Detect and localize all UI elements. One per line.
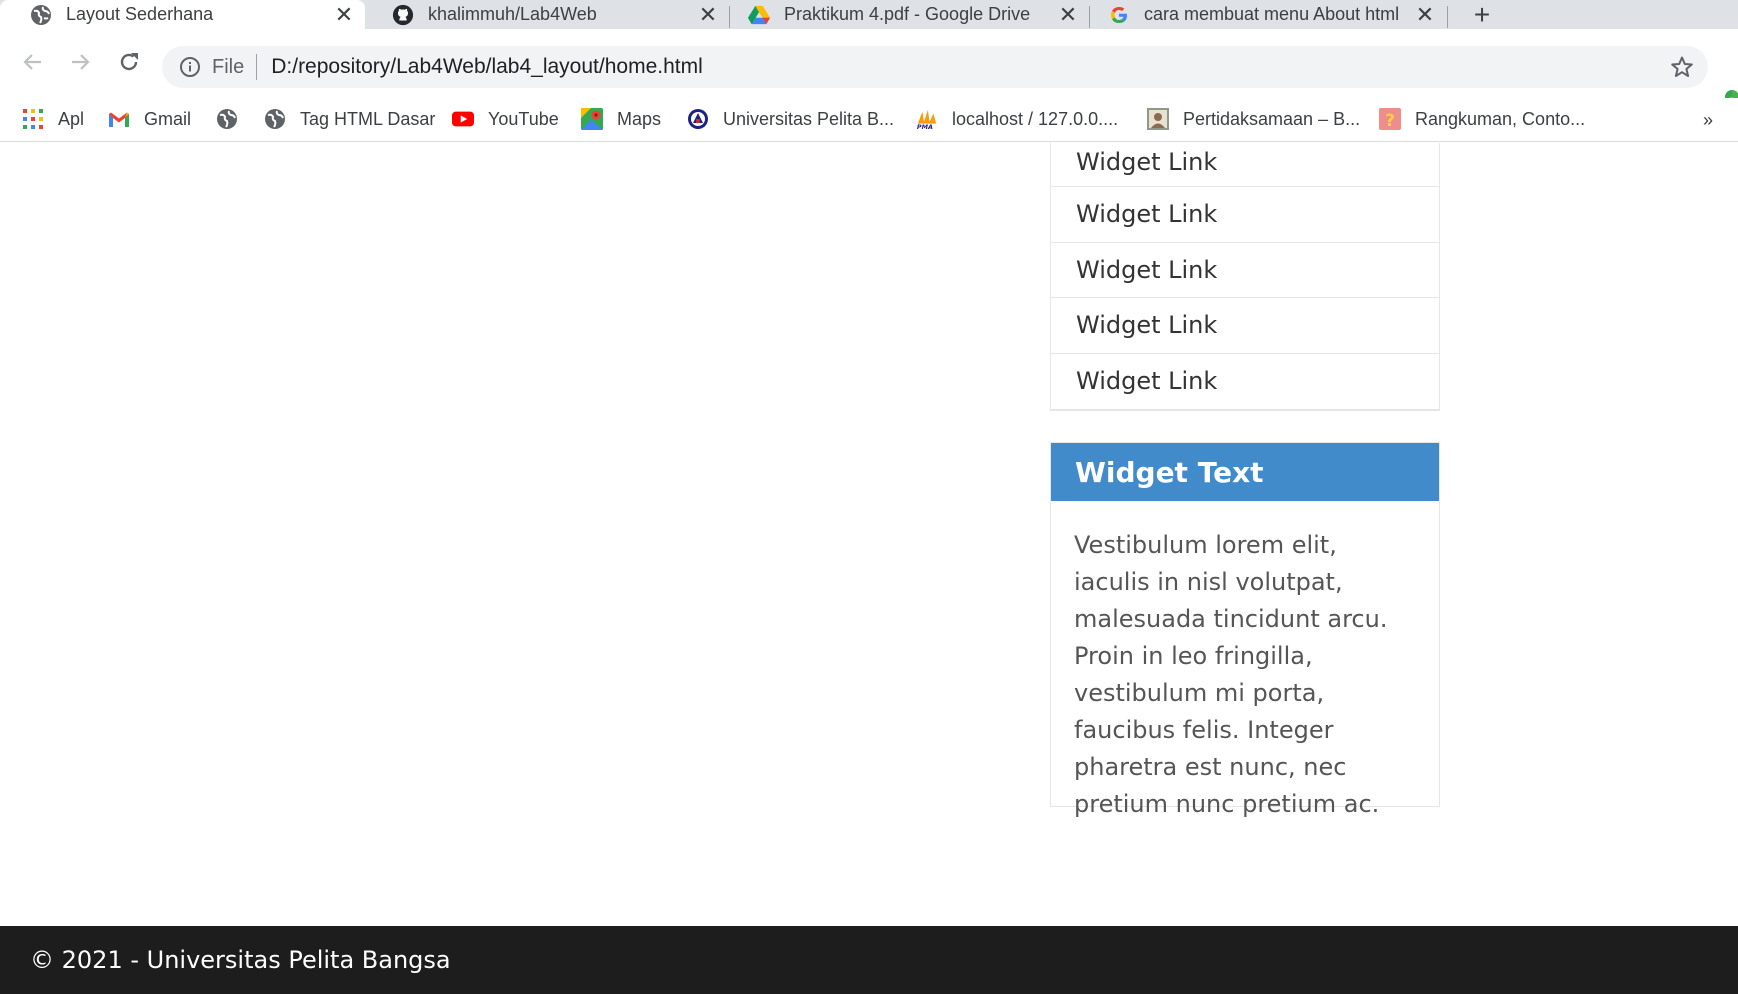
tab-title: khalimmuh/Lab4Web — [428, 4, 597, 24]
widget-text-title: Widget Text — [1051, 443, 1439, 501]
tab-strip: Layout Sederhana ✕ khalimmuh/Lab4Web ✕ P… — [0, 0, 1738, 30]
bookmark-label: Rangkuman, Conto... — [1415, 108, 1586, 129]
close-icon[interactable]: ✕ — [1057, 2, 1079, 27]
bookmark-tag-html-dasar[interactable]: Tag HTML Dasar — [264, 104, 435, 134]
portrait-icon — [1147, 108, 1169, 130]
url-text[interactable]: D:/repository/Lab4Web/lab4_layout/home.h… — [271, 55, 703, 79]
close-icon[interactable]: ✕ — [1414, 2, 1436, 27]
forward-button[interactable] — [65, 47, 95, 77]
tab-google-drive[interactable]: Praktikum 4.pdf - Google Drive ✕ — [730, 0, 1089, 29]
address-bar[interactable]: File D:/repository/Lab4Web/lab4_layout/h… — [162, 46, 1708, 88]
bookmark-maps[interactable]: Maps — [581, 104, 661, 134]
maps-icon — [581, 108, 603, 130]
bookmark-gmail[interactable]: Gmail — [108, 104, 191, 134]
back-button[interactable] — [18, 47, 48, 77]
tab-layout-sederhana[interactable]: Layout Sederhana ✕ — [0, 0, 365, 29]
google-drive-icon — [748, 4, 770, 26]
footer-copyright: © 2021 - Universitas Pelita Bangsa — [30, 946, 451, 974]
reload-icon — [120, 53, 138, 71]
tab-title: Layout Sederhana — [66, 4, 214, 24]
tab-title: Praktikum 4.pdf - Google Drive — [784, 4, 1031, 24]
globe-icon — [30, 4, 52, 26]
reload-button[interactable] — [114, 47, 144, 77]
bookmark-label: Pertidaksamaan – B... — [1183, 108, 1361, 129]
bookmark-label: Gmail — [144, 108, 192, 129]
close-icon[interactable]: ✕ — [333, 2, 355, 27]
widget-link[interactable]: Widget Link — [1051, 143, 1439, 187]
tab-title: cara membuat menu About html — [1144, 4, 1400, 24]
youtube-icon — [452, 108, 474, 130]
close-icon[interactable]: ✕ — [697, 2, 719, 27]
bookmark-label: Tag HTML Dasar — [300, 108, 436, 129]
globe-icon — [264, 108, 286, 130]
bookmarks-overflow-button[interactable]: » — [1703, 110, 1713, 131]
bookmark-universitas-pelita[interactable]: Universitas Pelita B... — [687, 104, 894, 134]
widget-link[interactable]: Widget Link — [1051, 187, 1439, 243]
bookmark-label: Universitas Pelita B... — [723, 108, 895, 129]
widget-link[interactable]: Widget Link — [1051, 354, 1439, 410]
bookmark-localhost[interactable]: PMA localhost / 127.0.0.... — [916, 104, 1118, 134]
bookmark-label: Apl — [58, 108, 85, 129]
tab-separator — [1447, 6, 1448, 28]
bookmarks-bar: Apl Gmail Tag HTML Dasar YouTube Maps Un… — [0, 98, 1738, 142]
info-icon[interactable] — [178, 55, 202, 79]
star-icon[interactable] — [1670, 55, 1694, 79]
page-footer: © 2021 - Universitas Pelita Bangsa — [0, 926, 1738, 994]
bookmark-rangkuman[interactable]: ? Rangkuman, Conto... — [1379, 104, 1585, 134]
widget-link-list: Widget Link Widget Link Widget Link Widg… — [1050, 143, 1440, 411]
arrow-right-icon — [72, 54, 90, 70]
widget-link[interactable]: Widget Link — [1051, 298, 1439, 354]
github-icon — [392, 4, 414, 26]
browser-toolbar: File D:/repository/Lab4Web/lab4_layout/h… — [0, 29, 1738, 105]
university-icon — [687, 108, 709, 130]
scheme-label: File — [212, 55, 245, 78]
bookmark-apps[interactable]: Apl — [22, 104, 84, 134]
new-tab-button[interactable]: + — [1467, 0, 1497, 30]
google-icon — [1108, 4, 1130, 26]
bookmark-label: Maps — [617, 108, 662, 129]
bookmark-label: localhost / 127.0.0.... — [952, 108, 1119, 129]
bookmark-globe[interactable] — [216, 104, 252, 134]
svg-text:?: ? — [1385, 111, 1395, 130]
apps-grid-icon — [22, 108, 44, 130]
globe-icon — [216, 108, 238, 130]
phpmyadmin-icon: PMA — [916, 108, 938, 130]
widget-link[interactable]: Widget Link — [1051, 243, 1439, 298]
bookmark-pertidaksamaan[interactable]: Pertidaksamaan – B... — [1147, 104, 1360, 134]
widget-text-box: Widget Text Vestibulum lorem elit, iacul… — [1050, 442, 1440, 818]
question-icon: ? — [1379, 108, 1401, 130]
bookmark-label: YouTube — [488, 108, 559, 129]
tab-google-search[interactable]: cara membuat menu About html ✕ — [1090, 0, 1446, 29]
omnibox-divider — [256, 54, 258, 80]
gmail-icon — [108, 108, 130, 130]
arrow-left-icon — [23, 54, 41, 70]
tab-github[interactable]: khalimmuh/Lab4Web ✕ — [362, 0, 729, 29]
bookmark-youtube[interactable]: YouTube — [452, 104, 559, 134]
page-viewport: Widget Link Widget Link Widget Link Widg… — [0, 143, 1738, 994]
svg-text:PMA: PMA — [917, 123, 933, 130]
widget-text-body: Vestibulum lorem elit, iaculis in nisl v… — [1074, 531, 1388, 818]
